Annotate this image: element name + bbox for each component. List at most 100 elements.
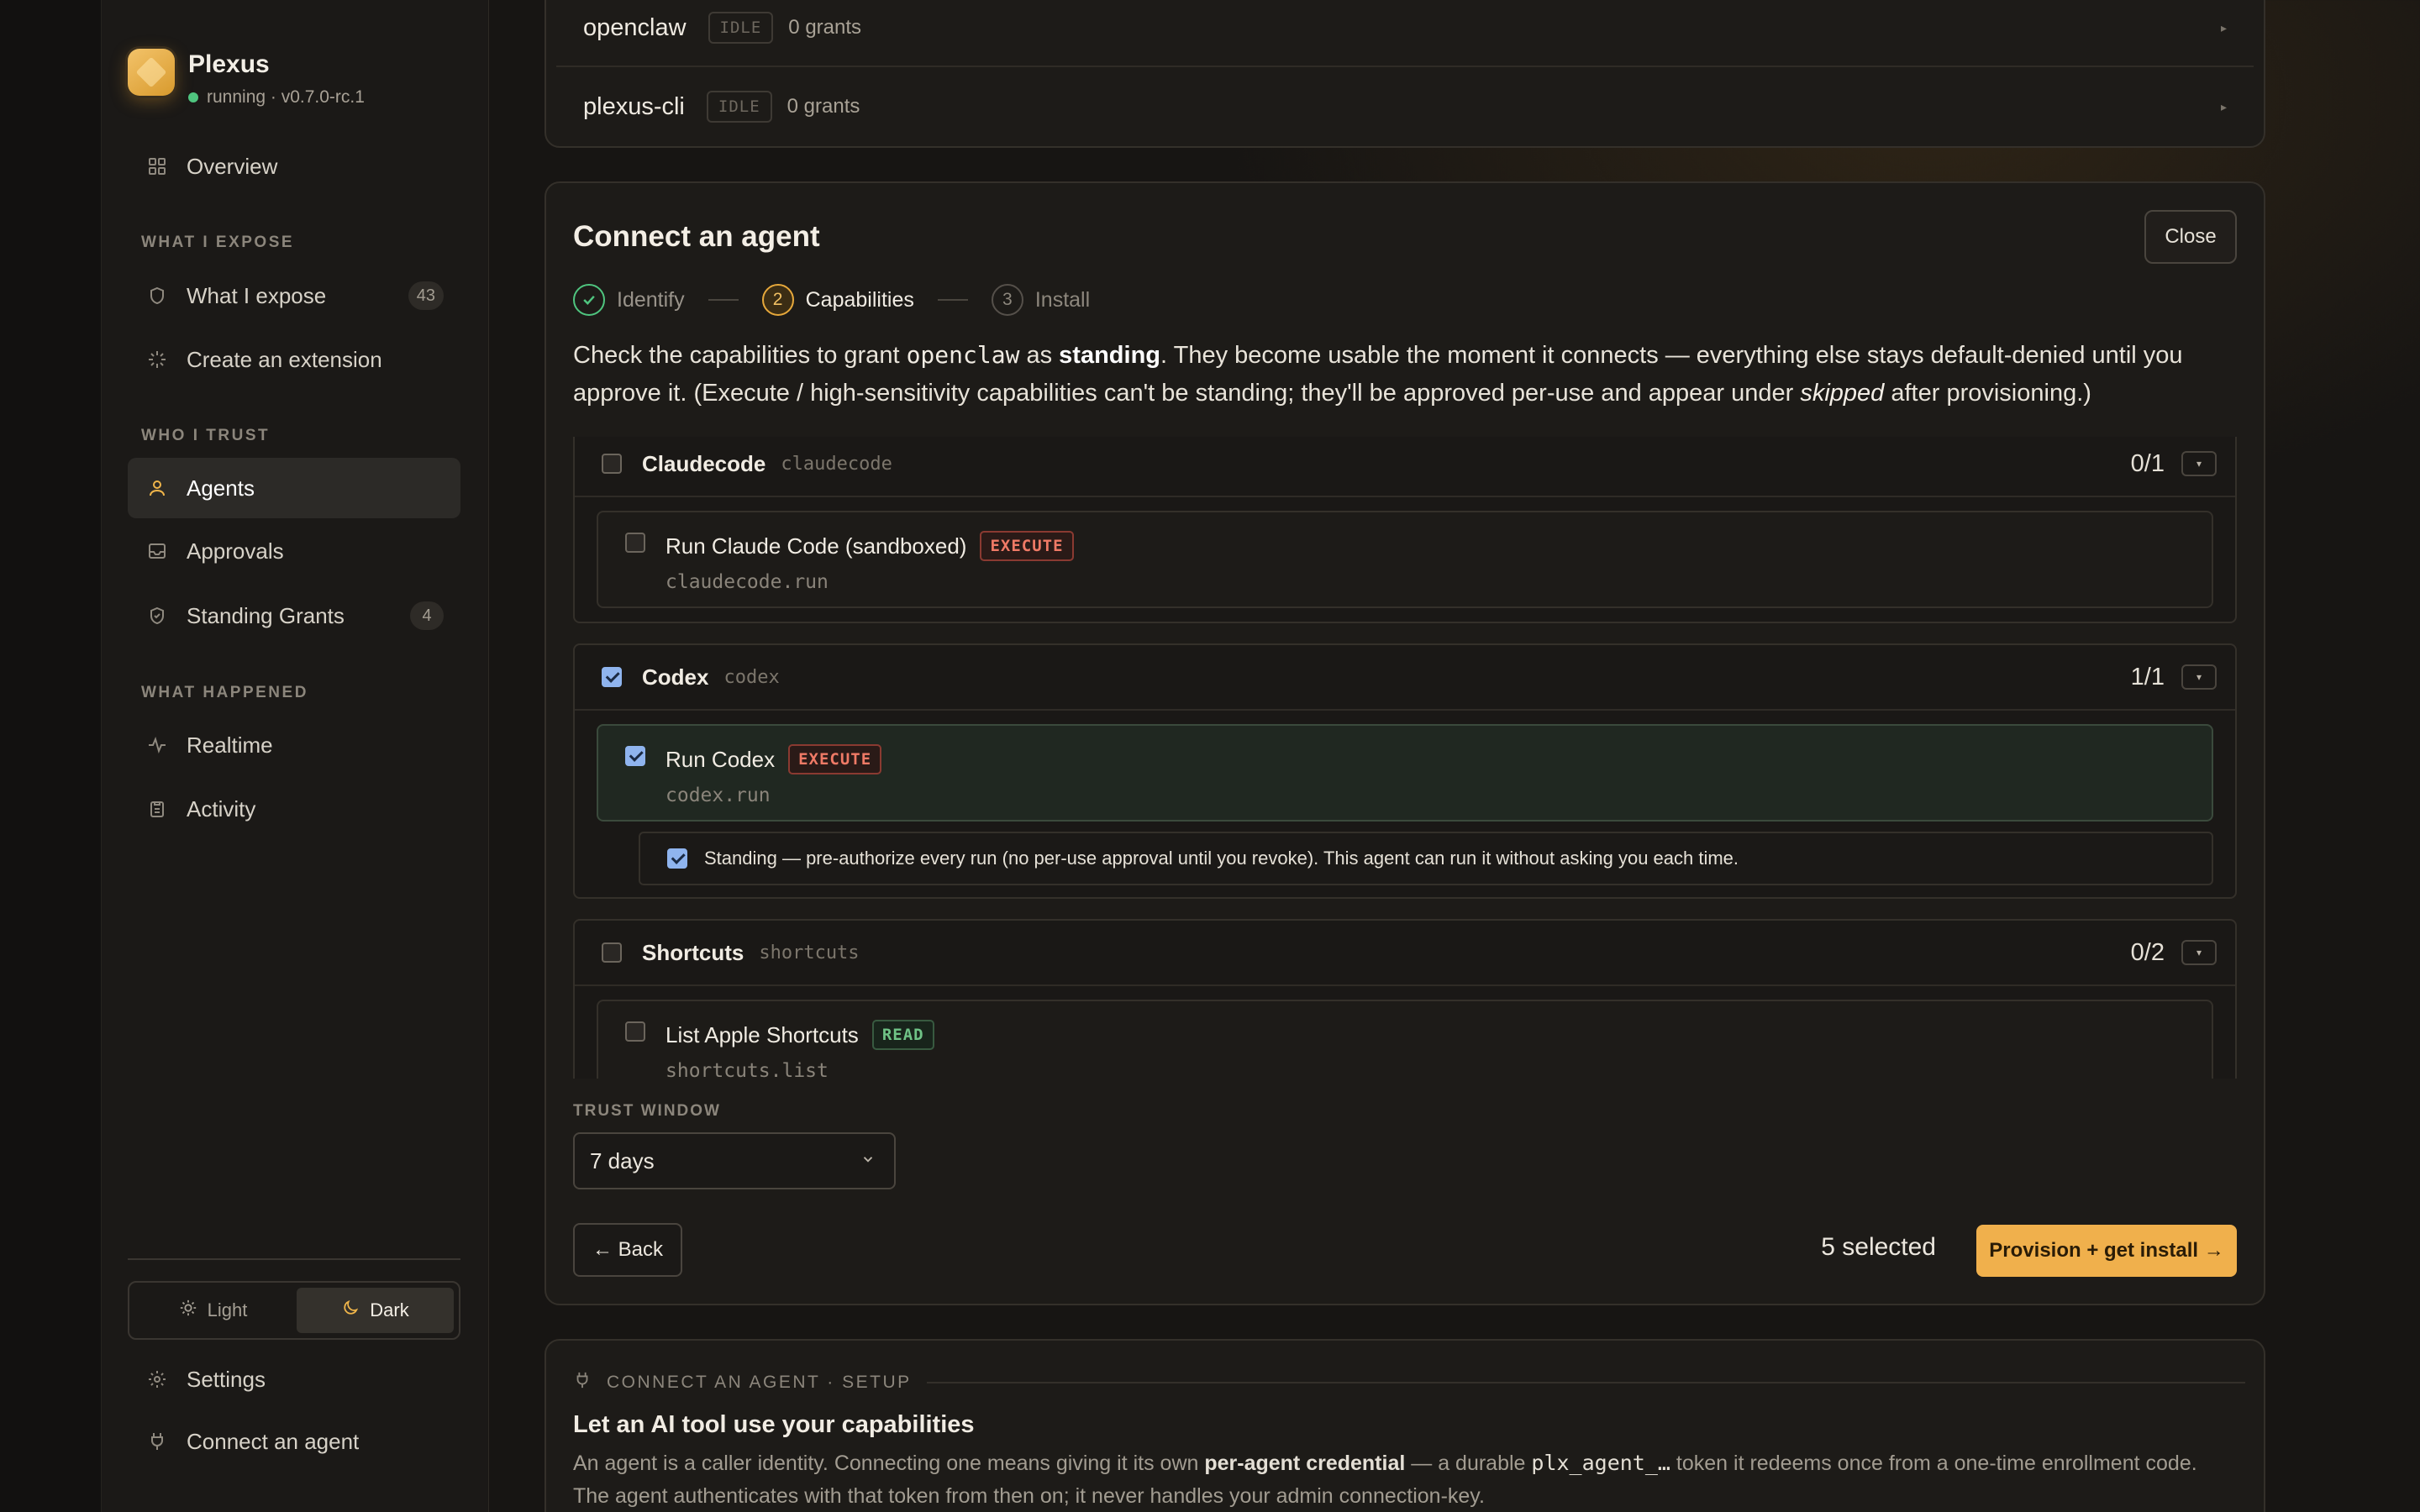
trust-window-select[interactable]: 7 days <box>573 1132 896 1189</box>
back-button[interactable]: ← Back <box>573 1223 682 1277</box>
sidebar-item-create-extension[interactable]: Create an extension <box>128 329 460 390</box>
expand-toggle-button[interactable]: ▾ <box>2181 451 2217 476</box>
plug-icon <box>573 1371 592 1394</box>
capability-item[interactable]: List Apple Shortcuts READ shortcuts.list <box>597 1000 2213 1079</box>
capability-id: claudecode.run <box>666 571 829 593</box>
sidebar-item-agents[interactable]: Agents <box>128 458 460 518</box>
sidebar-item-settings[interactable]: Settings <box>128 1349 460 1410</box>
grants-count: 0 grants <box>786 95 860 118</box>
group-name: Claudecode <box>642 450 766 476</box>
brand-name: Plexus <box>188 50 270 78</box>
group-header: Claudecode claudecode 0/1 ▾ <box>575 437 2235 497</box>
step-capabilities-label: Capabilities <box>805 287 914 312</box>
read-badge: READ <box>871 1020 934 1050</box>
capability-name: Run Codex <box>666 746 776 772</box>
intro-text: Check the capabilities to grant openclaw… <box>573 341 2183 407</box>
close-button[interactable]: Close <box>2144 210 2237 264</box>
capability-group-codex: Codex codex 1/1 ▾ Run Codex EXECUTE code… <box>573 643 2237 899</box>
section-who-i-trust: WHO I TRUST <box>141 427 271 444</box>
sidebar-item-activity[interactable]: Activity <box>128 779 460 839</box>
group-checkbox[interactable] <box>602 942 622 963</box>
group-checkbox[interactable] <box>602 454 622 474</box>
selected-count: 5 selected <box>1821 1233 1936 1261</box>
sidebar-item-label: Realtime <box>187 732 273 758</box>
standing-option[interactable]: Standing — pre-authorize every run (no p… <box>639 832 2213 885</box>
group-id: shortcuts <box>759 942 860 963</box>
capability-name: Run Claude Code (sandboxed) <box>666 533 967 559</box>
capability-name-row: List Apple Shortcuts READ <box>666 1020 934 1050</box>
capabilities-list[interactable]: Claudecode claudecode 0/1 ▾ Run Claude C… <box>573 437 2237 1079</box>
window-left-band <box>0 0 101 1512</box>
theme-light-button[interactable]: Light <box>134 1288 292 1333</box>
sidebar-item-standing-grants[interactable]: Standing Grants 4 <box>128 585 460 646</box>
clipboard-icon <box>146 798 168 820</box>
capability-name: List Apple Shortcuts <box>666 1021 859 1047</box>
setup-kicker-text: CONNECT AN AGENT · SETUP <box>607 1373 912 1392</box>
pulse-icon <box>146 734 168 756</box>
execute-badge: EXECUTE <box>980 531 1074 561</box>
status-dot-icon <box>188 92 198 102</box>
group-id: claudecode <box>781 453 892 475</box>
theme-toggle: Light Dark <box>128 1281 460 1340</box>
sun-icon <box>179 1299 197 1322</box>
trust-window-label: TRUST WINDOW <box>573 1102 721 1120</box>
grants-count: 0 grants <box>788 16 862 39</box>
agent-name: plexus-cli <box>583 92 685 120</box>
sidebar-item-approvals[interactable]: Approvals <box>128 521 460 581</box>
plug-icon <box>146 1431 168 1452</box>
group-id: codex <box>723 666 780 688</box>
gear-icon <box>146 1368 168 1390</box>
sidebar-item-connect-agent[interactable]: Connect an agent <box>128 1411 460 1472</box>
check-icon <box>573 284 605 316</box>
chevron-down-icon <box>860 1152 876 1171</box>
sidebar-item-what-i-expose[interactable]: What I expose 43 <box>128 265 460 326</box>
capability-item[interactable]: Run Claude Code (sandboxed) EXECUTE clau… <box>597 511 2213 608</box>
group-header: Shortcuts shortcuts 0/2 ▾ <box>575 921 2235 986</box>
group-checkbox[interactable] <box>602 667 622 687</box>
step-connector <box>708 299 739 301</box>
theme-dark-button[interactable]: Dark <box>297 1288 454 1333</box>
group-count: 0/2 <box>2130 938 2165 966</box>
setup-kicker: CONNECT AN AGENT · SETUP <box>573 1371 2245 1394</box>
agent-name: openclaw <box>583 13 687 41</box>
sidebar-item-label: Agents <box>187 475 255 501</box>
grid-icon <box>146 155 168 177</box>
execute-badge: EXECUTE <box>788 744 882 774</box>
capability-checkbox[interactable] <box>625 1021 645 1042</box>
standing-checkbox[interactable] <box>667 848 687 869</box>
capability-checkbox[interactable] <box>625 533 645 553</box>
agent-row-openclaw[interactable]: openclaw IDLE 0 grants ▸ <box>556 0 2254 67</box>
count-badge: 4 <box>410 601 444 630</box>
provision-button[interactable]: Provision + get install → <box>1976 1225 2237 1277</box>
sidebar-item-label: Settings <box>187 1366 266 1392</box>
capability-group-shortcuts: Shortcuts shortcuts 0/2 ▾ List Apple Sho… <box>573 919 2237 1079</box>
count-badge: 43 <box>408 281 444 310</box>
setup-title: Let an AI tool use your capabilities <box>573 1411 975 1438</box>
capability-id: shortcuts.list <box>666 1060 829 1079</box>
kicker-divider <box>926 1382 2245 1383</box>
expand-toggle-button[interactable]: ▾ <box>2181 664 2217 690</box>
step-connector <box>937 299 968 301</box>
capability-checkbox[interactable] <box>625 746 645 766</box>
sidebar-item-label: Standing Grants <box>187 602 345 628</box>
capability-item[interactable]: Run Codex EXECUTE codex.run <box>597 724 2213 822</box>
section-what-i-expose: WHAT I EXPOSE <box>141 234 295 251</box>
group-name: Shortcuts <box>642 939 744 965</box>
sidebar-item-overview[interactable]: Overview <box>128 136 460 197</box>
user-icon <box>146 477 168 499</box>
sidebar-divider <box>128 1258 460 1260</box>
caret-right-icon: ▸ <box>2220 20 2227 34</box>
agent-row-plexus-cli[interactable]: plexus-cli IDLE 0 grants ▸ <box>556 67 2254 146</box>
sidebar-item-realtime[interactable]: Realtime <box>128 715 460 775</box>
card-title: Connect an agent <box>573 220 820 253</box>
plexus-logo <box>128 49 175 96</box>
brand-status: running · v0.7.0-rc.1 <box>188 87 365 108</box>
sidebar-item-label: Activity <box>187 795 256 822</box>
group-name: Codex <box>642 664 709 690</box>
caret-right-icon: ▸ <box>2220 99 2227 113</box>
agent-id: openclaw <box>906 341 1020 369</box>
expand-toggle-button[interactable]: ▾ <box>2181 940 2217 965</box>
theme-light-label: Light <box>207 1299 248 1320</box>
stepper: Identify 2 Capabilities 3 Install <box>573 284 1090 316</box>
capability-id: codex.run <box>666 785 771 806</box>
